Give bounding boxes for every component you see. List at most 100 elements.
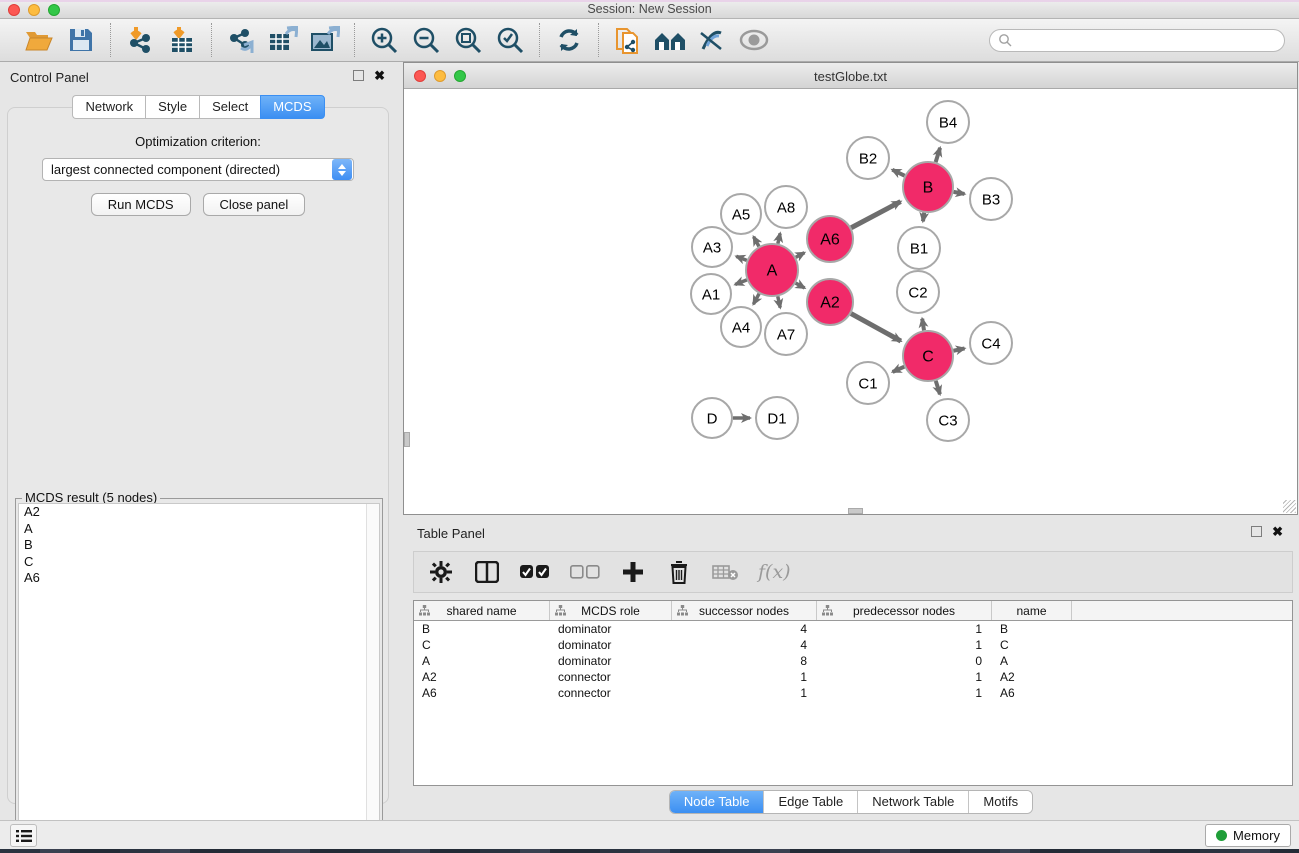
cell-shared-name[interactable]: A2 bbox=[414, 670, 550, 684]
show-all-icon[interactable] bbox=[737, 23, 771, 57]
mcds-result-item[interactable]: B bbox=[19, 537, 379, 554]
network-window-titlebar[interactable]: testGlobe.txt bbox=[404, 63, 1297, 89]
mcds-result-list[interactable]: A2ABCA6 bbox=[18, 503, 380, 840]
canvas-vertical-handle[interactable] bbox=[404, 432, 410, 447]
node-A[interactable]: A bbox=[746, 244, 798, 296]
table-row[interactable]: Adominator80A bbox=[414, 653, 1292, 669]
first-neighbors-icon[interactable] bbox=[653, 23, 687, 57]
tab-select[interactable]: Select bbox=[199, 95, 260, 119]
column-header-shared-name[interactable]: shared name bbox=[414, 601, 550, 620]
column-header-predecessor-nodes[interactable]: predecessor nodes bbox=[817, 601, 992, 620]
cell-MCDS-role[interactable]: connector bbox=[550, 686, 672, 700]
node-C3[interactable]: C3 bbox=[927, 399, 969, 441]
zoom-selected-icon[interactable] bbox=[493, 23, 527, 57]
edge-A-A8[interactable] bbox=[778, 233, 780, 243]
edge-A-A1[interactable] bbox=[735, 280, 747, 285]
node-A8[interactable]: A8 bbox=[765, 186, 807, 228]
export-table-icon[interactable] bbox=[266, 23, 300, 57]
node-C4[interactable]: C4 bbox=[970, 322, 1012, 364]
function-builder-icon[interactable]: f(x) bbox=[758, 557, 791, 587]
cell-MCDS-role[interactable]: connector bbox=[550, 670, 672, 684]
node-D[interactable]: D bbox=[692, 398, 732, 438]
cell-MCDS-role[interactable]: dominator bbox=[550, 638, 672, 652]
node-A4[interactable]: A4 bbox=[721, 307, 761, 347]
edge-B-B1[interactable] bbox=[923, 213, 924, 222]
node-B4[interactable]: B4 bbox=[927, 101, 969, 143]
node-A3[interactable]: A3 bbox=[692, 227, 732, 267]
tab-network[interactable]: Network bbox=[72, 95, 145, 119]
cell-successor-nodes[interactable]: 1 bbox=[672, 670, 817, 684]
mcds-result-item[interactable]: A bbox=[19, 521, 379, 538]
zoom-in-icon[interactable] bbox=[367, 23, 401, 57]
edge-A-A3[interactable] bbox=[736, 256, 747, 260]
cell-successor-nodes[interactable]: 1 bbox=[672, 686, 817, 700]
node-A5[interactable]: A5 bbox=[721, 194, 761, 234]
node-A7[interactable]: A7 bbox=[765, 313, 807, 355]
edge-C-C2[interactable] bbox=[922, 319, 924, 331]
deselect-all-checks-icon[interactable] bbox=[570, 557, 600, 587]
zoom-fit-icon[interactable] bbox=[451, 23, 485, 57]
cell-shared-name[interactable]: B bbox=[414, 622, 550, 636]
cell-name[interactable]: B bbox=[992, 622, 1072, 636]
table-float-icon[interactable] bbox=[1251, 526, 1262, 537]
cell-predecessor-nodes[interactable]: 1 bbox=[817, 622, 992, 636]
cell-name[interactable]: A2 bbox=[992, 670, 1072, 684]
tab-node-table[interactable]: Node Table bbox=[670, 791, 765, 813]
cell-name[interactable]: C bbox=[992, 638, 1072, 652]
cell-predecessor-nodes[interactable]: 1 bbox=[817, 638, 992, 652]
column-header-MCDS-role[interactable]: MCDS role bbox=[550, 601, 672, 620]
cell-predecessor-nodes[interactable]: 1 bbox=[817, 670, 992, 684]
node-A6[interactable]: A6 bbox=[807, 216, 853, 262]
edge-A-A2[interactable] bbox=[796, 283, 805, 288]
node-table[interactable]: shared nameMCDS rolesuccessor nodesprede… bbox=[413, 600, 1293, 786]
run-mcds-button[interactable]: Run MCDS bbox=[91, 193, 191, 216]
open-session-icon[interactable] bbox=[22, 23, 56, 57]
node-A1[interactable]: A1 bbox=[691, 274, 731, 314]
tab-network-table[interactable]: Network Table bbox=[858, 791, 969, 813]
cell-successor-nodes[interactable]: 8 bbox=[672, 654, 817, 668]
zoom-out-icon[interactable] bbox=[409, 23, 443, 57]
add-column-icon[interactable] bbox=[620, 557, 646, 587]
table-settings-icon[interactable] bbox=[428, 557, 454, 587]
delete-column-icon[interactable] bbox=[666, 557, 692, 587]
export-network-icon[interactable] bbox=[224, 23, 258, 57]
edge-B-B3[interactable] bbox=[954, 192, 965, 194]
import-table-icon[interactable] bbox=[165, 23, 199, 57]
cell-MCDS-role[interactable]: dominator bbox=[550, 654, 672, 668]
close-panel-button[interactable]: Close panel bbox=[203, 193, 306, 216]
cell-name[interactable]: A bbox=[992, 654, 1072, 668]
copy-network-icon[interactable] bbox=[611, 23, 645, 57]
cell-predecessor-nodes[interactable]: 0 bbox=[817, 654, 992, 668]
cell-successor-nodes[interactable]: 4 bbox=[672, 622, 817, 636]
tab-mcds[interactable]: MCDS bbox=[260, 95, 324, 119]
node-C1[interactable]: C1 bbox=[847, 362, 889, 404]
task-history-button[interactable] bbox=[10, 824, 37, 847]
edge-B-B2[interactable] bbox=[892, 170, 904, 176]
table-row[interactable]: A6connector11A6 bbox=[414, 685, 1292, 701]
table-row[interactable]: Bdominator41B bbox=[414, 621, 1292, 637]
tab-edge-table[interactable]: Edge Table bbox=[764, 791, 858, 813]
tab-style[interactable]: Style bbox=[145, 95, 199, 119]
search-field[interactable] bbox=[989, 29, 1285, 52]
mcds-result-item[interactable]: A2 bbox=[19, 504, 379, 521]
edge-A-A4[interactable] bbox=[753, 294, 759, 304]
criterion-select[interactable]: largest connected component (directed) bbox=[42, 158, 354, 181]
mcds-result-item[interactable]: A6 bbox=[19, 570, 379, 587]
save-session-icon[interactable] bbox=[64, 23, 98, 57]
tab-motifs[interactable]: Motifs bbox=[969, 791, 1032, 813]
node-B2[interactable]: B2 bbox=[847, 137, 889, 179]
column-header-name[interactable]: name bbox=[992, 601, 1072, 620]
export-image-icon[interactable] bbox=[308, 23, 342, 57]
node-B3[interactable]: B3 bbox=[970, 178, 1012, 220]
cell-name[interactable]: A6 bbox=[992, 686, 1072, 700]
column-header-successor-nodes[interactable]: successor nodes bbox=[672, 601, 817, 620]
node-C[interactable]: C bbox=[903, 331, 953, 381]
cell-successor-nodes[interactable]: 4 bbox=[672, 638, 817, 652]
delete-table-icon[interactable] bbox=[712, 557, 738, 587]
show-columns-icon[interactable] bbox=[474, 557, 500, 587]
node-C2[interactable]: C2 bbox=[897, 271, 939, 313]
mcds-list-scrollbar[interactable] bbox=[366, 504, 379, 839]
edge-A-A7[interactable] bbox=[778, 296, 780, 307]
node-D1[interactable]: D1 bbox=[756, 397, 798, 439]
edge-C-C3[interactable] bbox=[936, 381, 940, 394]
